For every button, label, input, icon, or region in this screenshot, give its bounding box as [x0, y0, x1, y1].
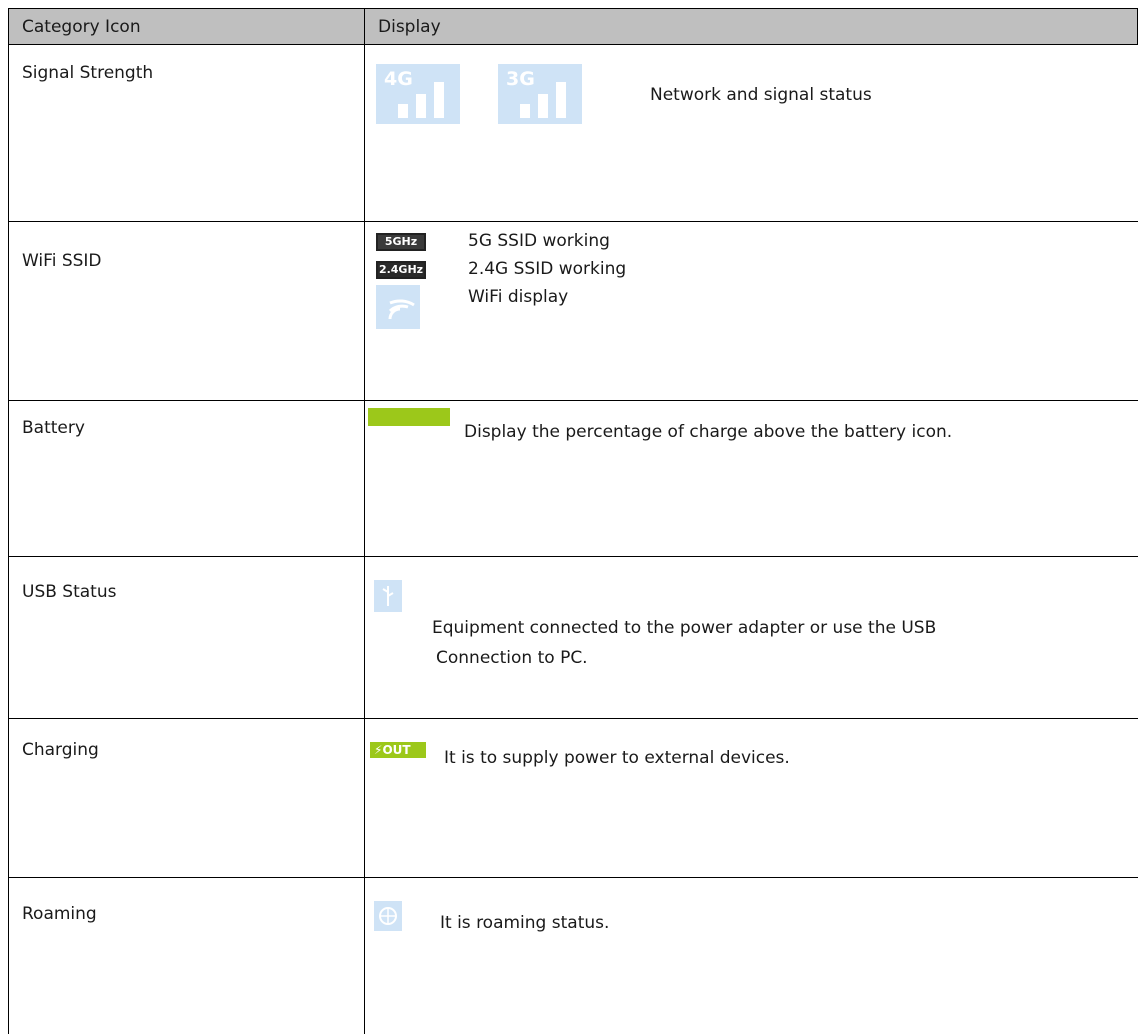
column-divider [364, 8, 365, 1034]
display-text: It is to supply power to external device… [444, 748, 790, 768]
display-text: Equipment connected to the power adapter… [432, 618, 937, 638]
row-divider [8, 44, 1138, 45]
signal-4g-icon: 4G [376, 64, 460, 124]
2-4ghz-badge-icon: 2.4GHz [376, 261, 426, 279]
signal-3g-icon: 3G [498, 64, 582, 124]
display-text: Network and signal status [650, 85, 872, 105]
display-text: Display the percentage of charge above t… [464, 422, 953, 442]
category-label: Roaming [22, 904, 97, 924]
usb-icon [374, 580, 402, 612]
row-divider [8, 556, 1138, 557]
roaming-icon [374, 901, 402, 931]
display-text: It is roaming status. [440, 913, 610, 933]
row-divider [8, 221, 1138, 222]
header-top-border [8, 8, 1138, 9]
display-text: 5G SSID working [468, 231, 610, 251]
icon-table: Category Icon Display Signal Strength 4G… [8, 8, 1138, 1034]
table-border-left [8, 8, 9, 1034]
table-header: Category Icon Display [8, 8, 1138, 44]
display-text: WiFi display [468, 287, 569, 307]
category-label: USB Status [22, 582, 117, 602]
power-out-icon: ⚡OUT [370, 742, 426, 758]
row-divider [8, 400, 1138, 401]
display-text: Connection to PC. [436, 648, 588, 668]
display-text: 2.4G SSID working [468, 259, 627, 279]
category-label: Signal Strength [22, 63, 154, 83]
category-label: WiFi SSID [22, 251, 102, 271]
table-border-right [1137, 8, 1138, 44]
header-display: Display [378, 17, 441, 37]
wifi-icon [376, 285, 420, 329]
5ghz-badge-icon: 5GHz [376, 233, 426, 251]
category-label: Battery [22, 418, 85, 438]
battery-icon [368, 408, 450, 426]
category-label: Charging [22, 740, 99, 760]
row-divider [8, 877, 1138, 878]
row-divider [8, 718, 1138, 719]
header-category-icon: Category Icon [22, 17, 141, 37]
